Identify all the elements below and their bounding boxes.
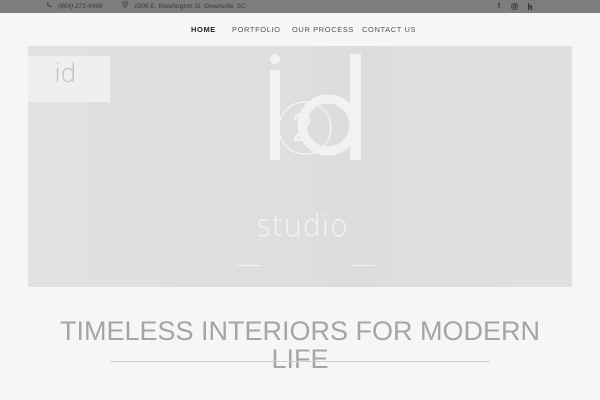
location-pin-icon	[122, 0, 128, 13]
site-logo[interactable]: id	[28, 56, 110, 102]
studio-wordmark: studio	[255, 209, 349, 244]
main-navigation: HOME PORTFOLIO OUR PROCESS CONTACT US	[0, 23, 600, 37]
hero-banner: studio id	[28, 46, 572, 287]
nav-home[interactable]: HOME	[191, 23, 216, 37]
tagline-rule-right	[351, 265, 375, 266]
phone-contact[interactable]: (864) 271-9498	[46, 0, 102, 13]
site-logo-monogram: id	[54, 59, 77, 89]
headline-line-2: LIFE	[271, 344, 329, 375]
nav-portfolio[interactable]: PORTFOLIO	[232, 23, 281, 37]
nav-contact-us[interactable]: CONTACT US	[362, 23, 416, 37]
nav-our-process[interactable]: OUR PROCESS	[292, 23, 354, 37]
instagram-icon[interactable]	[509, 0, 519, 13]
facebook-icon[interactable]: f	[494, 0, 504, 13]
address-contact[interactable]: 1006 E. Washington St. Greenville, SC	[122, 0, 246, 13]
headline-line-1: TIMELESS INTERIORS FOR MODERN	[59, 316, 541, 347]
phone-icon	[46, 0, 52, 13]
headline-divider	[110, 361, 490, 362]
address-text: 1006 E. Washington St. Greenville, SC	[134, 3, 246, 11]
phone-number: (864) 271-9498	[58, 3, 103, 11]
tagline-rule-left	[237, 265, 261, 266]
houzz-icon[interactable]	[525, 0, 535, 13]
page-headline: TIMELESS INTERIORS FOR MODERN LIFE	[40, 317, 560, 373]
top-contact-bar: (864) 271-9498 1006 E. Washington St. Gr…	[0, 0, 600, 13]
